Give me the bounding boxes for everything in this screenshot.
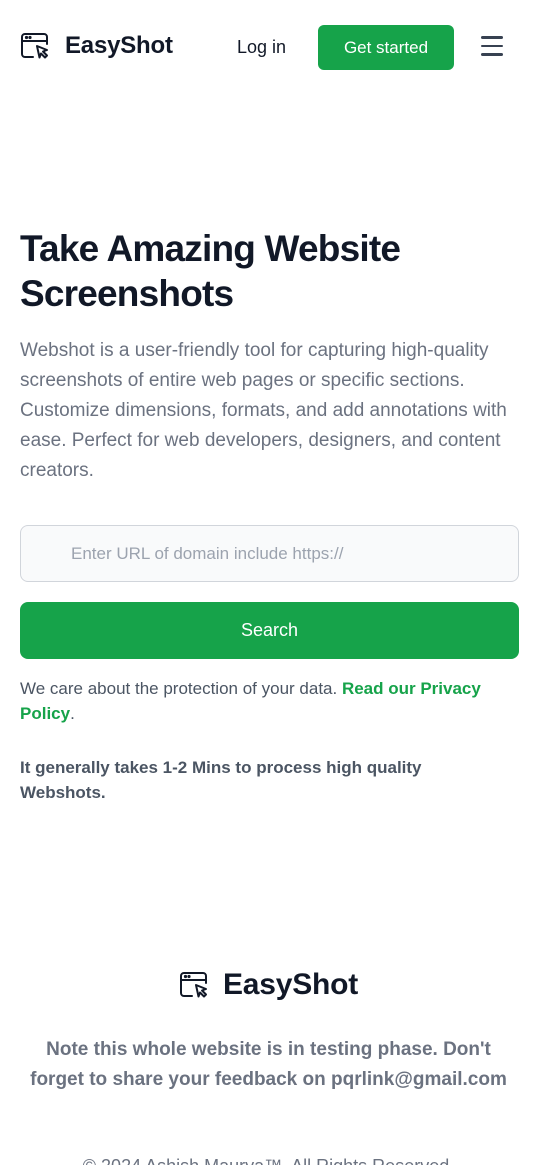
footer-brand-name: EasyShot bbox=[222, 968, 359, 1001]
login-link[interactable]: Log in bbox=[237, 37, 286, 58]
privacy-suffix: . bbox=[70, 704, 75, 723]
search-button[interactable]: Search bbox=[20, 602, 519, 659]
testing-phase-note: Note this whole website is in testing ph… bbox=[30, 1039, 507, 1090]
copyright-text: © 2024 Ashish Maurya™. All Rights Reserv… bbox=[0, 1156, 537, 1165]
hamburger-menu-icon[interactable] bbox=[481, 36, 505, 60]
hero-description: Webshot is a user-friendly tool for capt… bbox=[20, 340, 507, 481]
browser-cursor-icon bbox=[21, 33, 48, 59]
top-navbar: EasyShot Log in Get started bbox=[0, 0, 537, 96]
browser-cursor-icon bbox=[179, 972, 207, 998]
privacy-notice: We care about the protection of your dat… bbox=[20, 676, 525, 726]
url-input[interactable] bbox=[20, 525, 519, 582]
hero-title: Take Amazing Website Screenshots bbox=[20, 228, 401, 314]
footer-brand: EasyShot bbox=[0, 968, 537, 1002]
privacy-text: We care about the protection of your dat… bbox=[20, 679, 342, 698]
brand-logo-link[interactable]: EasyShot bbox=[20, 31, 173, 61]
brand-name: EasyShot bbox=[65, 32, 173, 59]
processing-time-note: It generally takes 1-2 Mins to process h… bbox=[20, 758, 422, 802]
get-started-button[interactable]: Get started bbox=[318, 25, 454, 70]
